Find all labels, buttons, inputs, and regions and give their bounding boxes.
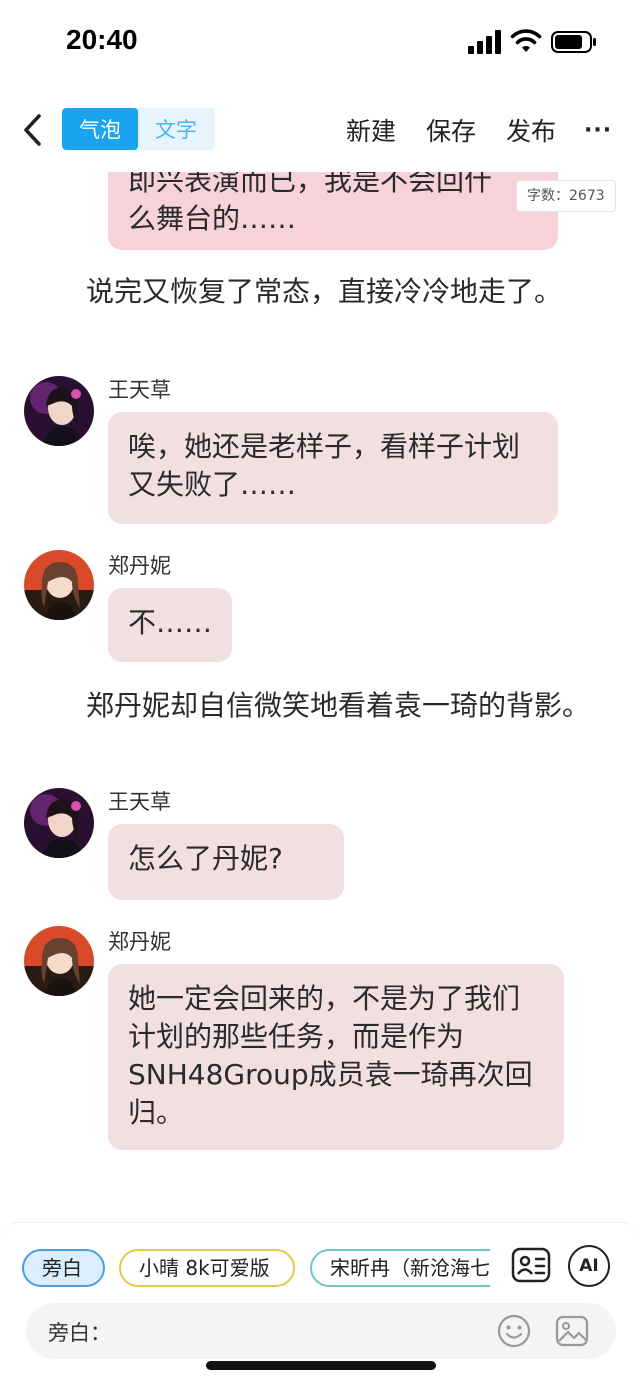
message-bubble[interactable]: 唉，她还是老样子，看样子计划又失败了……: [108, 412, 558, 524]
ai-button[interactable]: AI: [568, 1245, 610, 1287]
image-icon[interactable]: [554, 1313, 590, 1349]
avatar-image: [24, 788, 94, 858]
cellular-signal-icon: [468, 30, 501, 54]
role-chip-narrator[interactable]: 旁白: [22, 1249, 105, 1287]
message-bubble[interactable]: 她一定会回来的，不是为了我们计划的那些任务，而是作为SNH48Group成员袁一…: [108, 964, 564, 1150]
avatar-image: [24, 376, 94, 446]
save-button[interactable]: 保存: [426, 112, 476, 148]
avatar-zhengdanni[interactable]: [24, 926, 94, 996]
avatar-image: [24, 550, 94, 620]
contact-card-icon[interactable]: [511, 1245, 551, 1285]
speaker-name: 王天草: [108, 790, 171, 814]
tab-text[interactable]: 文字: [138, 108, 214, 150]
more-button[interactable]: ···: [584, 118, 612, 143]
wifi-icon: [510, 29, 542, 52]
status-bar: 20:40: [0, 0, 640, 90]
message-bubble[interactable]: 不……: [108, 588, 232, 662]
word-count-badge: 字数：2673: [516, 180, 616, 212]
avatar-image: [24, 926, 94, 996]
speaker-name: 郑丹妮: [108, 930, 171, 954]
emoji-icon[interactable]: [496, 1313, 532, 1349]
mode-toggle: 气泡 文字: [62, 108, 215, 150]
avatar-wangtiancao[interactable]: [24, 788, 94, 858]
message-text: 唉，她还是老样子，看样子计划又失败了……: [128, 430, 521, 501]
message-text-line: 么舞台的……: [128, 202, 297, 235]
new-button[interactable]: 新建: [346, 112, 396, 148]
message-input[interactable]: 旁白：: [26, 1303, 616, 1359]
home-indicator: [206, 1361, 436, 1370]
tab-bubble[interactable]: 气泡: [62, 108, 138, 150]
chat-area[interactable]: 即兴表演而已，我是不会回什 么舞台的…… 字数：2673 说完又恢复了常态，直接…: [0, 172, 640, 1222]
role-chip[interactable]: 宋昕冉（新沧海七: [310, 1249, 490, 1287]
narration-text[interactable]: 郑丹妮却自信微笑地看着袁一琦的背影。: [24, 684, 594, 728]
speaker-name: 郑丹妮: [108, 554, 171, 578]
avatar-wangtiancao[interactable]: [24, 376, 94, 446]
input-role-label: 旁白：: [48, 1321, 111, 1345]
message-text: 怎么了丹妮?: [128, 842, 283, 875]
publish-button[interactable]: 发布: [506, 112, 556, 148]
editor-toolbar: 气泡 文字 新建 保存 发布 ···: [0, 96, 640, 166]
back-arrow-icon[interactable]: [14, 110, 54, 150]
avatar-zhengdanni[interactable]: [24, 550, 94, 620]
message-bubble[interactable]: 怎么了丹妮?: [108, 824, 344, 900]
message-text: 她一定会回来的，不是为了我们计划的那些任务，而是作为SNH48Group成员袁一…: [128, 982, 533, 1129]
status-time: 20:40: [66, 24, 138, 55]
message-bubble-partial[interactable]: 即兴表演而已，我是不会回什 么舞台的……: [108, 172, 558, 250]
message-text-line: 即兴表演而已，我是不会回什: [128, 172, 493, 197]
role-chip[interactable]: 小晴 8k可爱版: [119, 1249, 295, 1287]
message-text: 不……: [128, 606, 213, 639]
narration-text[interactable]: 说完又恢复了常态，直接冷冷地走了。: [24, 270, 594, 314]
speaker-name: 王天草: [108, 378, 171, 402]
battery-icon: [551, 31, 596, 53]
